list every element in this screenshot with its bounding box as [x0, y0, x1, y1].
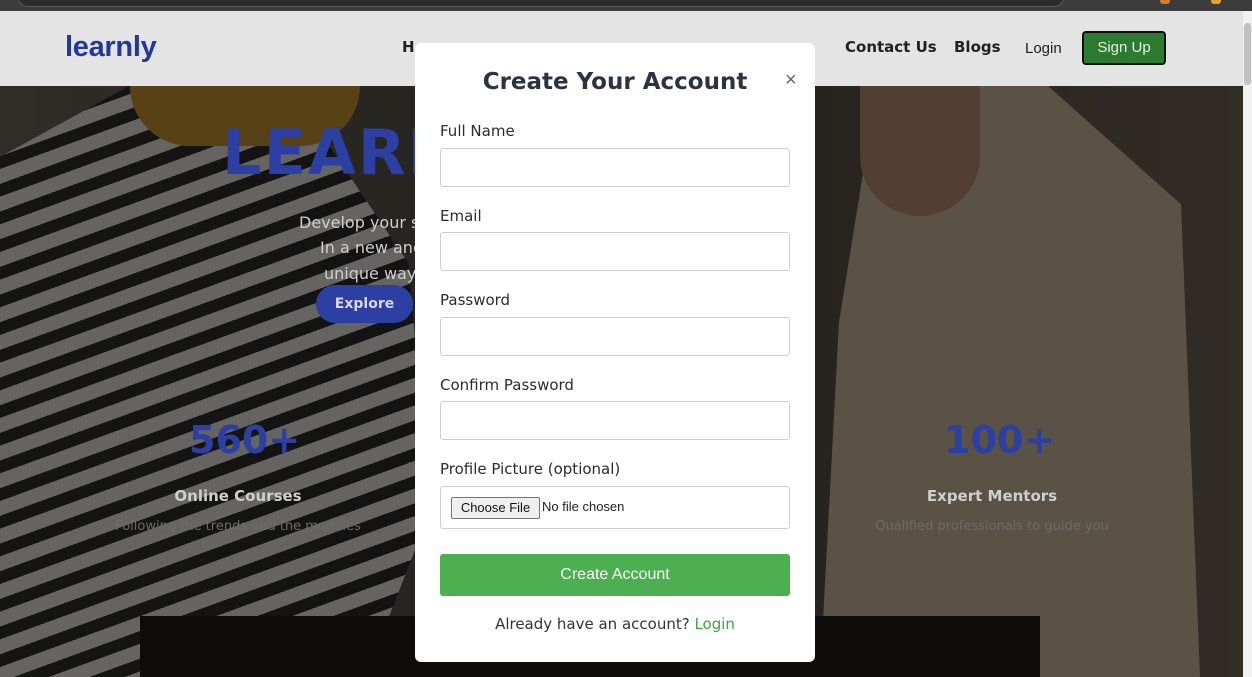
browser-chrome [0, 0, 1252, 11]
extension-icon[interactable] [1160, 0, 1170, 4]
email-label: Email [440, 207, 482, 225]
password-input[interactable] [440, 317, 790, 356]
full-name-label: Full Name [440, 122, 515, 140]
login-link[interactable]: Login [694, 615, 734, 633]
close-icon[interactable]: × [785, 69, 797, 92]
stat-number: 560+ [189, 418, 301, 462]
address-bar[interactable] [18, 0, 1064, 7]
confirm-password-label: Confirm Password [440, 376, 574, 394]
extension-icon[interactable] [1211, 0, 1221, 4]
login-prompt-text: Already have an account? [495, 615, 690, 633]
modal-title: Create Your Account [482, 69, 748, 95]
stat-description: Qualified professionals to guide you [875, 519, 1109, 534]
stat-label: Expert Mentors [926, 487, 1058, 505]
stat-description: Following the trends and the modules [115, 519, 361, 534]
email-input[interactable] [440, 232, 790, 271]
file-status-text: No file chosen [542, 499, 625, 514]
hero-subtitle-line: unique way [324, 264, 417, 283]
choose-file-button[interactable]: Choose File [451, 497, 540, 519]
confirm-password-input[interactable] [440, 401, 790, 440]
explore-button[interactable]: Explore [316, 285, 413, 323]
hero-subtitle-line: In a new and [320, 238, 424, 257]
hero-subtitle-line: Develop your ski [299, 213, 434, 232]
login-prompt: Already have an account? Login [415, 615, 815, 633]
scrollbar-thumb[interactable] [1244, 23, 1251, 85]
profile-picture-label: Profile Picture (optional) [440, 460, 621, 478]
page-viewport: LEARN Develop your ski In a new and uniq… [0, 11, 1243, 677]
password-label: Password [440, 291, 511, 309]
full-name-input[interactable] [440, 148, 790, 187]
page-scrollbar[interactable] [1243, 11, 1252, 677]
stat-label: Online Courses [174, 487, 302, 505]
signup-modal: Create Your Account × Full Name Email Pa… [415, 43, 815, 662]
stat-number: 100+ [944, 418, 1056, 462]
profile-picture-input: Choose File No file chosen [440, 486, 790, 529]
create-account-button[interactable]: Create Account [440, 554, 790, 596]
